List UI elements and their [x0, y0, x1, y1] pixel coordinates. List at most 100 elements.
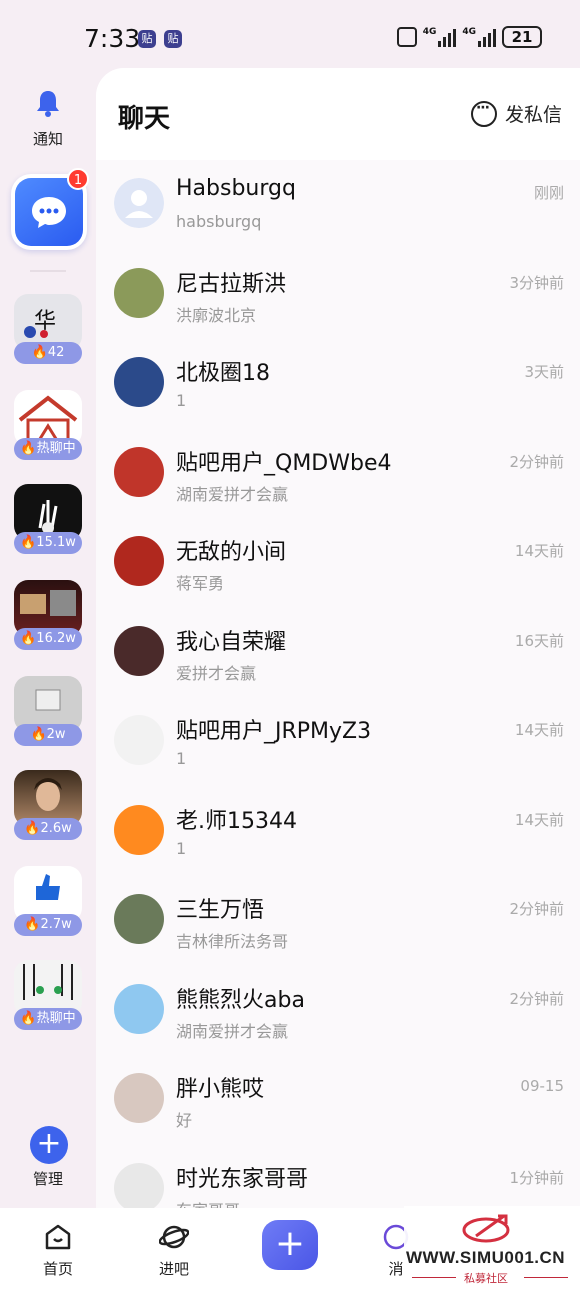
forum-item[interactable]: 🔥2.6w — [14, 770, 82, 842]
chat-preview: 1 — [176, 749, 187, 768]
watermark-rule — [524, 1277, 568, 1278]
watermark-rule — [412, 1277, 456, 1278]
chat-name: 老.师15344 — [176, 808, 297, 834]
forum-item[interactable]: 🔥热聊中 — [14, 960, 82, 1032]
chat-name: 北极圈18 — [176, 361, 270, 386]
tab-explore-label: 进吧 — [158, 1260, 189, 1278]
chat-row[interactable]: 无敌的小间 蒋军勇 14天前 — [96, 518, 580, 608]
chat-row[interactable]: 时光东家哥哥 东家哥哥 1分钟前 — [96, 1145, 580, 1210]
chat-row[interactable]: Habsburgq habsburgq 刚刚 — [96, 160, 580, 250]
forum-item[interactable]: 华 🔥42 — [14, 294, 82, 366]
chat-timestamp: 刚刚 — [533, 184, 564, 202]
chat-row[interactable]: 三生万悟 吉林律所法务哥 2分钟前 — [96, 876, 580, 966]
chat-timestamp: 14天前 — [514, 721, 564, 739]
notify-button[interactable]: 通知 — [0, 78, 96, 158]
chat-name: 熊熊烈火aba — [176, 987, 305, 1013]
rail-divider — [30, 270, 66, 272]
left-rail: 通知 1 华 🔥42 🔥热聊中 🔥15.1w 🔥16.2w 🔥2w 🔥2.6w … — [0, 78, 96, 1208]
chat-name: 时光东家哥哥 — [176, 1166, 309, 1192]
vibrate-icon — [396, 27, 417, 47]
avatar — [114, 1073, 164, 1123]
chat-timestamp: 2分钟前 — [509, 989, 564, 1008]
avatar — [114, 178, 164, 228]
chat-preview: 湖南爱拼才会赢 — [176, 1021, 289, 1041]
avatar — [114, 625, 164, 676]
forum-item[interactable]: 🔥2w — [14, 676, 82, 748]
forum-item[interactable]: 🔥热聊中 — [14, 390, 82, 462]
manage-label: 管理 — [32, 1170, 63, 1188]
watermark-logo — [462, 1214, 510, 1243]
chat-row[interactable]: 贴吧用户_JRPMyZ3 1 14天前 — [96, 697, 580, 787]
chat-row[interactable]: 尼古拉斯洪 洪廓波北京 3分钟前 — [96, 250, 580, 340]
manage-add-button[interactable]: + — [30, 1126, 68, 1164]
chat-timestamp: 3天前 — [524, 363, 564, 381]
forum-item[interactable]: 🔥15.1w — [14, 484, 82, 556]
bell-icon — [37, 91, 59, 117]
chat-row[interactable]: 老.师15344 1 14天前 — [96, 787, 580, 877]
forum-heat-badge: 🔥2.7w — [14, 914, 82, 936]
watermark: WWW.SIMU001.CN 私募社区 — [404, 1206, 580, 1289]
chat-preview: 好 — [176, 1111, 193, 1130]
chat-name: Habsburgq — [176, 176, 296, 201]
chat-preview: 吉林律所法务哥 — [176, 932, 289, 951]
forum-heat-badge: 🔥16.2w — [14, 628, 82, 650]
avatar — [114, 357, 164, 407]
chat-preview: 1 — [176, 391, 187, 410]
create-post-button[interactable]: + — [262, 1220, 318, 1270]
avatar — [114, 1162, 164, 1210]
forum-heat-badge: 🔥热聊中 — [14, 1008, 82, 1030]
system-indicators: 4G 4G 21 — [396, 26, 542, 48]
forum-heat-badge: 🔥15.1w — [14, 532, 82, 554]
chat-row[interactable]: 我心自荣耀 爱拼才会赢 16天前 — [96, 608, 580, 698]
chat-row[interactable]: 贴吧用户_QMDWbe4 湖南爱拼才会赢 2分钟前 — [96, 429, 580, 519]
avatar — [114, 536, 164, 586]
send-dm-label: 发私信 — [504, 104, 562, 126]
chat-preview: habsburgq — [176, 212, 262, 231]
chat-name: 尼古拉斯洪 — [176, 271, 287, 297]
chat-timestamp: 14天前 — [514, 542, 564, 560]
home-icon — [45, 1224, 71, 1250]
planet-icon — [159, 1225, 189, 1249]
chat-row[interactable]: 熊熊烈火aba 湖南爱拼才会赢 2分钟前 — [96, 966, 580, 1056]
chat-preview: 蒋军勇 — [176, 574, 225, 593]
chat-name: 贴吧用户_QMDWbe4 — [176, 450, 392, 476]
unread-badge: 1 — [67, 168, 89, 190]
status-bar: 7:33 贴 贴 4G 4G 21 — [0, 0, 580, 78]
tieba-notification-badge: 贴 — [138, 30, 156, 48]
chat-panel: 聊天 发私信 Habsburgq habsburgq 刚刚尼古拉斯洪洪廓波北京 3分钟… — [96, 68, 580, 1210]
forum-item[interactable]: 🔥2.7w — [14, 866, 82, 938]
forum-heat-badge: 🔥42 — [14, 342, 82, 364]
avatar — [114, 267, 164, 318]
chat-name: 贴吧用户_JRPMyZ3 — [176, 719, 372, 744]
panel-header: 聊天 发私信 — [96, 68, 580, 160]
chat-tab-button[interactable]: 1 — [11, 168, 89, 250]
forum-item[interactable]: 🔥16.2w — [14, 580, 82, 652]
avatar — [114, 446, 164, 497]
tab-explore[interactable]: 进吧 — [134, 1208, 214, 1289]
status-time: 7:33 — [84, 24, 141, 53]
send-dm-button[interactable]: 发私信 — [470, 100, 562, 127]
chat-list: Habsburgq habsburgq 刚刚尼古拉斯洪 洪廓波北京 3分钟前北极圈18 1… — [96, 160, 580, 1210]
avatar — [114, 715, 164, 765]
tab-home-label: 首页 — [42, 1260, 73, 1278]
notify-label: 通知 — [32, 130, 63, 148]
forum-heat-badge: 🔥2w — [14, 724, 82, 746]
chat-preview: 爱拼才会赢 — [176, 663, 257, 683]
chat-preview: 1 — [176, 838, 187, 858]
chat-timestamp: 09-15 — [520, 1077, 564, 1095]
forum-heat-badge: 🔥2.6w — [14, 818, 82, 840]
chat-timestamp: 2分钟前 — [509, 900, 564, 918]
chat-timestamp: 3分钟前 — [509, 273, 564, 292]
chat-name: 胖小熊哎 — [176, 1077, 265, 1102]
chat-row[interactable]: 胖小熊哎好 09-15 — [96, 1055, 580, 1145]
chat-row[interactable]: 北极圈18 1 3天前 — [96, 339, 580, 429]
avatar — [114, 983, 164, 1034]
watermark-caption: 私募社区 — [464, 1272, 508, 1285]
signal-icon: 4G — [423, 27, 457, 47]
watermark-url: WWW.SIMU001.CN — [406, 1248, 566, 1267]
tab-home[interactable]: 首页 — [18, 1208, 98, 1289]
signal-icon: 4G — [462, 27, 496, 47]
forum-heat-badge: 🔥热聊中 — [14, 438, 82, 460]
avatar — [114, 804, 164, 855]
chat-preview: 湖南爱拼才会赢 — [176, 484, 289, 504]
